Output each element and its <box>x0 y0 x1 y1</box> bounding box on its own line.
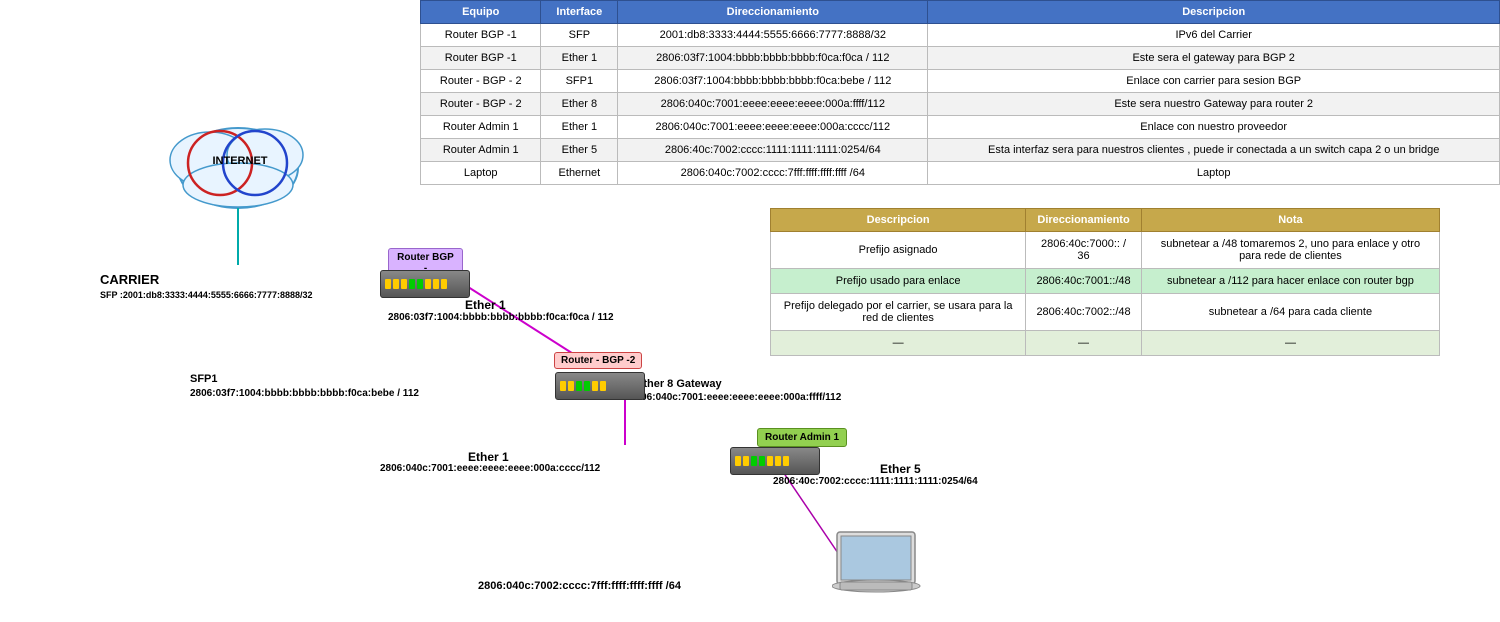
table-cell-direccionamiento: 2806:040c:7001:eeee:eeee:eeee:000a:ffff/… <box>618 93 928 116</box>
router-bgp1-device <box>380 270 470 298</box>
second-table-cell-direccionamiento: 2806:40c:7001::/48 <box>1026 269 1142 294</box>
table-cell-equipo: Laptop <box>421 162 541 185</box>
col-header-equipo: Equipo <box>421 1 541 24</box>
col2-header-descripcion: Descripcion <box>771 209 1026 232</box>
table-cell-descripcion: Laptop <box>928 162 1500 185</box>
second-table-cell-direccionamiento: 2806:40c:7000:: / 36 <box>1026 232 1142 269</box>
table-cell-direccionamiento: 2806:03f7:1004:bbbb:bbbb:bbbb:f0ca:f0ca … <box>618 47 928 70</box>
second-table-cell-descripcion: Prefijo usado para enlace <box>771 269 1026 294</box>
ether1-bgp1-addr: 2806:03f7:1004:bbbb:bbbb:bbbb:f0ca:f0ca … <box>388 312 614 323</box>
table-cell-descripcion: Enlace con carrier para sesion BGP <box>928 70 1500 93</box>
table-cell-interface: Ether 1 <box>541 116 618 139</box>
table-cell-direccionamiento: 2806:40c:7002:cccc:1111:1111:1111:0254/6… <box>618 139 928 162</box>
second-table-section: Descripcion Direccionamiento Nota Prefij… <box>770 208 1440 356</box>
ether1-bgp1-label: Ether 1 <box>465 298 506 312</box>
table-row: Prefijo usado para enlace2806:40c:7001::… <box>771 269 1440 294</box>
second-table-cell-descripcion: — <box>771 331 1026 356</box>
ether5-admin-addr: 2806:40c:7002:cccc:1111:1111:1111:0254/6… <box>773 476 978 487</box>
table-cell-descripcion: Este sera el gateway para BGP 2 <box>928 47 1500 70</box>
table-cell-interface: SFP <box>541 24 618 47</box>
ether8-bgp2-addr: 2806:040c:7001:eeee:eeee:eeee:000a:ffff/… <box>630 392 841 403</box>
table-row: Router - BGP - 2SFP12806:03f7:1004:bbbb:… <box>421 70 1500 93</box>
table-cell-interface: Ethernet <box>541 162 618 185</box>
table-cell-equipo: Router - BGP - 2 <box>421 70 541 93</box>
table-cell-direccionamiento: 2806:040c:7001:eeee:eeee:eeee:000a:cccc/… <box>618 116 928 139</box>
table-row: Router - BGP - 2Ether 82806:040c:7001:ee… <box>421 93 1500 116</box>
table-cell-equipo: Router Admin 1 <box>421 139 541 162</box>
second-table-cell-descripcion: Prefijo asignado <box>771 232 1026 269</box>
col-header-direccionamiento: Direccionamiento <box>618 1 928 24</box>
col-header-descripcion: Descripcion <box>928 1 1500 24</box>
table-cell-interface: Ether 8 <box>541 93 618 116</box>
table-cell-direccionamiento: 2806:040c:7002:cccc:7fff:ffff:ffff:ffff … <box>618 162 928 185</box>
table-cell-equipo: Router BGP -1 <box>421 24 541 47</box>
table-row: Router BGP -1SFP2001:db8:3333:4444:5555:… <box>421 24 1500 47</box>
ether5-admin-label: Ether 5 <box>880 462 921 476</box>
second-table-cell-direccionamiento: 2806:40c:7002::/48 <box>1026 294 1142 331</box>
table-cell-interface: Ether 1 <box>541 47 618 70</box>
table-row: Prefijo delegado por el carrier, se usar… <box>771 294 1440 331</box>
router-admin1-label: Router Admin 1 <box>757 428 847 447</box>
ether8-bgp2-label: Ether 8 Gateway <box>636 378 722 390</box>
ether1-admin-addr: 2806:040c:7001:eeee:eeee:eeee:000a:cccc/… <box>380 463 600 474</box>
table-row: Prefijo asignado2806:40c:7000:: / 36subn… <box>771 232 1440 269</box>
table-cell-descripcion: Enlace con nuestro proveedor <box>928 116 1500 139</box>
laptop-addr: 2806:040c:7002:cccc:7fff:ffff:ffff:ffff … <box>478 580 681 592</box>
table-cell-equipo: Router - BGP - 2 <box>421 93 541 116</box>
table-cell-direccionamiento: 2806:03f7:1004:bbbb:bbbb:bbbb:f0ca:bebe … <box>618 70 928 93</box>
table-row: Router Admin 1Ether 12806:040c:7001:eeee… <box>421 116 1500 139</box>
laptop-icon <box>832 530 922 605</box>
second-table-cell-nota: subnetear a /112 para hacer enlace con r… <box>1141 269 1439 294</box>
table-row: LaptopEthernet2806:040c:7002:cccc:7fff:f… <box>421 162 1500 185</box>
sfp1-bgp2-addr: 2806:03f7:1004:bbbb:bbbb:bbbb:f0ca:bebe … <box>190 388 419 399</box>
second-table-cell-direccionamiento: — <box>1026 331 1142 356</box>
table-cell-interface: SFP1 <box>541 70 618 93</box>
col2-header-direccionamiento: Direccionamiento <box>1026 209 1142 232</box>
col2-header-nota: Nota <box>1141 209 1439 232</box>
second-table-cell-nota: — <box>1141 331 1439 356</box>
main-table: Equipo Interface Direccionamiento Descri… <box>420 0 1500 185</box>
main-table-section: Equipo Interface Direccionamiento Descri… <box>420 0 1500 185</box>
second-table-cell-nota: subnetear a /48 tomaremos 2, uno para en… <box>1141 232 1439 269</box>
table-cell-equipo: Router Admin 1 <box>421 116 541 139</box>
sfp1-bgp2-label: SFP1 <box>190 373 218 385</box>
second-table-cell-descripcion: Prefijo delegado por el carrier, se usar… <box>771 294 1026 331</box>
table-cell-equipo: Router BGP -1 <box>421 47 541 70</box>
table-cell-interface: Ether 5 <box>541 139 618 162</box>
second-table: Descripcion Direccionamiento Nota Prefij… <box>770 208 1440 356</box>
second-table-cell-nota: subnetear a /64 para cada cliente <box>1141 294 1439 331</box>
table-row: Router Admin 1Ether 52806:40c:7002:cccc:… <box>421 139 1500 162</box>
ether1-admin-label: Ether 1 <box>468 450 509 464</box>
carrier-label: CARRIER <box>100 272 159 287</box>
table-cell-direccionamiento: 2001:db8:3333:4444:5555:6666:7777:8888/3… <box>618 24 928 47</box>
table-row: Router BGP -1Ether 12806:03f7:1004:bbbb:… <box>421 47 1500 70</box>
col-header-interface: Interface <box>541 1 618 24</box>
router-admin1-device <box>730 447 820 475</box>
table-cell-descripcion: Este sera nuestro Gateway para router 2 <box>928 93 1500 116</box>
carrier-sfp-label: SFP :2001:db8:3333:4444:5555:6666:7777:8… <box>100 290 312 300</box>
router-bgp2-label: Router - BGP -2 <box>554 352 642 369</box>
router-bgp2-device <box>555 372 645 400</box>
table-row: ——— <box>771 331 1440 356</box>
table-cell-descripcion: Esta interfaz sera para nuestros cliente… <box>928 139 1500 162</box>
internet-label: INTERNET <box>200 155 280 167</box>
table-cell-descripcion: IPv6 del Carrier <box>928 24 1500 47</box>
